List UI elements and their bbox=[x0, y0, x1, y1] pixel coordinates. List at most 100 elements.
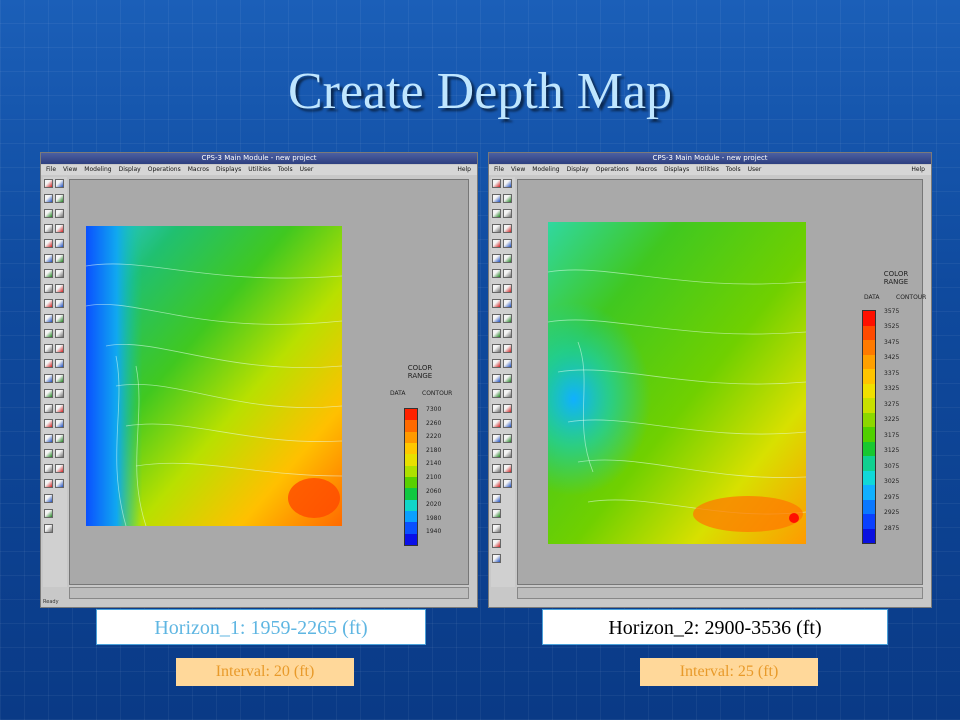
left-horizontal-scrollbar[interactable] bbox=[69, 587, 469, 599]
tool-icon[interactable] bbox=[492, 464, 501, 473]
tool-icon[interactable] bbox=[55, 449, 64, 458]
tool-icon[interactable] bbox=[492, 509, 501, 518]
tool-icon[interactable] bbox=[503, 419, 512, 428]
tool-icon[interactable] bbox=[44, 524, 53, 533]
tool-icon[interactable] bbox=[492, 389, 501, 398]
tool-icon[interactable] bbox=[55, 344, 64, 353]
tool-icon[interactable] bbox=[492, 299, 501, 308]
tool-icon[interactable] bbox=[492, 539, 501, 548]
tool-icon[interactable] bbox=[55, 479, 64, 488]
tool-icon[interactable] bbox=[503, 404, 512, 413]
tool-icon[interactable] bbox=[492, 359, 501, 368]
tool-icon[interactable] bbox=[503, 449, 512, 458]
menu-display[interactable]: Display bbox=[567, 165, 589, 175]
tool-icon[interactable] bbox=[503, 299, 512, 308]
menu-utilities[interactable]: Utilities bbox=[248, 165, 271, 175]
tool-icon[interactable] bbox=[55, 224, 64, 233]
tool-icon[interactable] bbox=[492, 479, 501, 488]
tool-icon[interactable] bbox=[503, 344, 512, 353]
tool-icon[interactable] bbox=[55, 374, 64, 383]
tool-icon[interactable] bbox=[44, 269, 53, 278]
tool-icon[interactable] bbox=[44, 284, 53, 293]
menu-macros[interactable]: Macros bbox=[636, 165, 657, 175]
tool-icon[interactable] bbox=[492, 194, 501, 203]
tool-icon[interactable] bbox=[492, 254, 501, 263]
right-map-canvas[interactable]: COLOR RANGE DATA CONTOUR 3575 3525 3475 342… bbox=[517, 179, 926, 585]
menu-user[interactable]: User bbox=[300, 165, 314, 175]
menu-display[interactable]: Display bbox=[119, 165, 141, 175]
tool-icon[interactable] bbox=[44, 209, 53, 218]
menu-displays[interactable]: Displays bbox=[664, 165, 689, 175]
tool-icon[interactable] bbox=[503, 374, 512, 383]
tool-icon[interactable] bbox=[44, 389, 53, 398]
tool-icon[interactable] bbox=[492, 179, 501, 188]
tool-icon[interactable] bbox=[55, 419, 64, 428]
tool-icon[interactable] bbox=[492, 209, 501, 218]
tool-icon[interactable] bbox=[503, 434, 512, 443]
tool-icon[interactable] bbox=[503, 329, 512, 338]
tool-icon[interactable] bbox=[492, 374, 501, 383]
tool-icon[interactable] bbox=[503, 224, 512, 233]
menu-utilities[interactable]: Utilities bbox=[696, 165, 719, 175]
tool-icon[interactable] bbox=[44, 464, 53, 473]
tool-icon[interactable] bbox=[492, 284, 501, 293]
tool-icon[interactable] bbox=[55, 464, 64, 473]
tool-icon[interactable] bbox=[503, 254, 512, 263]
tool-icon[interactable] bbox=[44, 449, 53, 458]
menu-file[interactable]: File bbox=[46, 165, 56, 175]
tool-icon[interactable] bbox=[503, 284, 512, 293]
tool-icon[interactable] bbox=[44, 314, 53, 323]
right-horizontal-scrollbar[interactable] bbox=[517, 587, 923, 599]
tool-icon[interactable] bbox=[44, 479, 53, 488]
menu-view[interactable]: View bbox=[63, 165, 77, 175]
tool-icon[interactable] bbox=[44, 434, 53, 443]
tool-icon[interactable] bbox=[55, 179, 64, 188]
tool-icon[interactable] bbox=[55, 299, 64, 308]
menu-tools[interactable]: Tools bbox=[278, 165, 293, 175]
menu-operations[interactable]: Operations bbox=[596, 165, 629, 175]
tool-icon[interactable] bbox=[492, 494, 501, 503]
tool-icon[interactable] bbox=[55, 359, 64, 368]
tool-icon[interactable] bbox=[492, 269, 501, 278]
tool-icon[interactable] bbox=[44, 344, 53, 353]
menu-displays[interactable]: Displays bbox=[216, 165, 241, 175]
menu-view[interactable]: View bbox=[511, 165, 525, 175]
tool-icon[interactable] bbox=[492, 554, 501, 563]
tool-icon[interactable] bbox=[44, 299, 53, 308]
tool-icon[interactable] bbox=[55, 269, 64, 278]
tool-icon[interactable] bbox=[55, 404, 64, 413]
tool-icon[interactable] bbox=[44, 359, 53, 368]
tool-icon[interactable] bbox=[492, 404, 501, 413]
menu-user[interactable]: User bbox=[748, 165, 762, 175]
tool-icon[interactable] bbox=[492, 449, 501, 458]
tool-icon[interactable] bbox=[492, 419, 501, 428]
menu-tools[interactable]: Tools bbox=[726, 165, 741, 175]
tool-icon[interactable] bbox=[44, 224, 53, 233]
menu-operations[interactable]: Operations bbox=[148, 165, 181, 175]
tool-icon[interactable] bbox=[44, 419, 53, 428]
menu-modeling[interactable]: Modeling bbox=[532, 165, 559, 175]
menu-macros[interactable]: Macros bbox=[188, 165, 209, 175]
tool-icon[interactable] bbox=[503, 269, 512, 278]
tool-icon[interactable] bbox=[503, 194, 512, 203]
menu-help[interactable]: Help bbox=[457, 165, 471, 175]
menu-help[interactable]: Help bbox=[911, 165, 925, 175]
tool-icon[interactable] bbox=[492, 239, 501, 248]
tool-icon[interactable] bbox=[492, 314, 501, 323]
tool-icon[interactable] bbox=[44, 239, 53, 248]
tool-icon[interactable] bbox=[492, 524, 501, 533]
tool-icon[interactable] bbox=[44, 494, 53, 503]
tool-icon[interactable] bbox=[503, 359, 512, 368]
tool-icon[interactable] bbox=[55, 284, 64, 293]
tool-icon[interactable] bbox=[44, 329, 53, 338]
tool-icon[interactable] bbox=[44, 194, 53, 203]
tool-icon[interactable] bbox=[55, 194, 64, 203]
tool-icon[interactable] bbox=[503, 179, 512, 188]
tool-icon[interactable] bbox=[492, 224, 501, 233]
tool-icon[interactable] bbox=[55, 209, 64, 218]
tool-icon[interactable] bbox=[55, 434, 64, 443]
tool-icon[interactable] bbox=[55, 389, 64, 398]
menu-file[interactable]: File bbox=[494, 165, 504, 175]
tool-icon[interactable] bbox=[44, 509, 53, 518]
tool-icon[interactable] bbox=[503, 389, 512, 398]
